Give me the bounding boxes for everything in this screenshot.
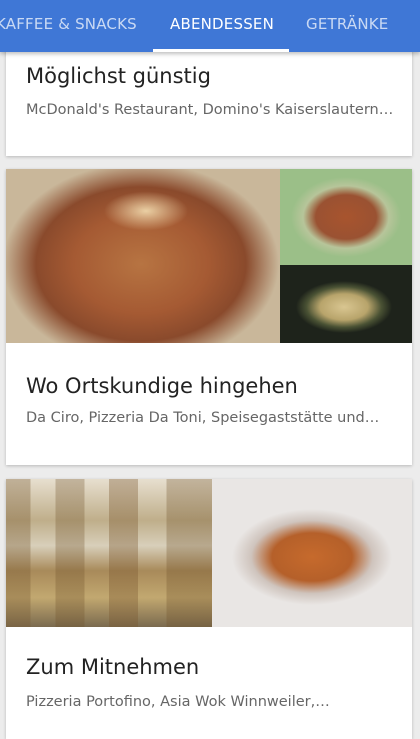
collection-card-locals[interactable]: Wo Ortskundige hingehen Da Ciro, Pizzeri… [6, 169, 412, 465]
pizza-photo [6, 169, 280, 343]
card-title: Zum Mitnehmen [26, 655, 200, 679]
takeaway-photo-right [212, 479, 412, 627]
card-photo-collage [6, 169, 412, 343]
collection-card-takeaway[interactable]: Zum Mitnehmen Pizzeria Portofino, Asia W… [6, 479, 412, 739]
pizza-photo-small [280, 169, 412, 265]
card-title: Möglichst günstig [26, 64, 211, 88]
category-tab-bar: KAFFEE & SNACKS ABENDESSEN GETRÄNKE [0, 0, 420, 52]
card-title: Wo Ortskundige hingehen [26, 374, 298, 398]
tab-kaffee-snacks[interactable]: KAFFEE & SNACKS [0, 0, 137, 52]
takeaway-photo-left [6, 479, 212, 627]
selected-tab-indicator [153, 49, 289, 52]
card-subtitle: Da Ciro, Pizzeria Da Toni, Speisegaststä… [26, 410, 380, 426]
tab-getraenke[interactable]: GETRÄNKE [306, 0, 388, 52]
card-subtitle: Pizzeria Portofino, Asia Wok Winnweiler,… [26, 694, 330, 710]
dish-photo [280, 265, 412, 343]
tab-abendessen[interactable]: ABENDESSEN [170, 0, 274, 52]
card-photo-collage [6, 479, 412, 627]
card-subtitle: McDonald's Restaurant, Domino's Kaisersl… [26, 102, 394, 118]
